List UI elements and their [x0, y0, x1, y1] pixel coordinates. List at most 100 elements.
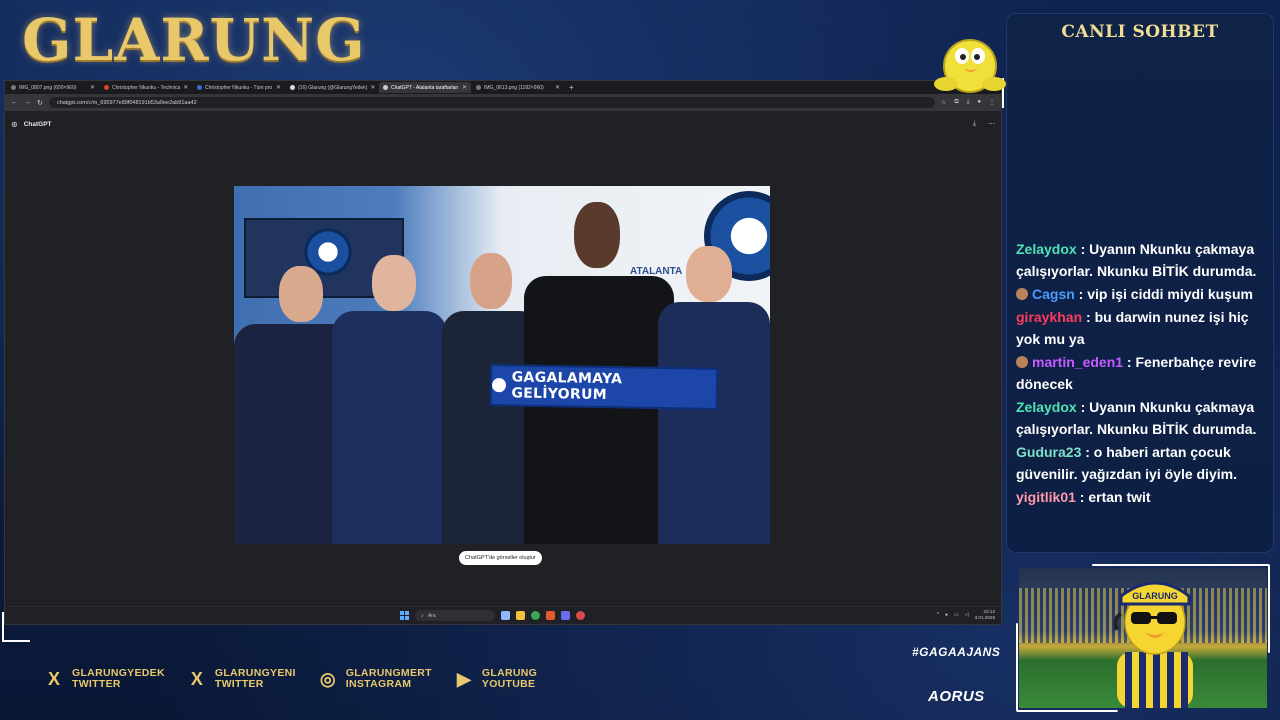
profile-icon[interactable]: ●: [977, 99, 981, 106]
tab-bar: IMG_0807.png (600×960) ✕ Christopher Nkun…: [5, 81, 1001, 94]
mic-icon[interactable]: ●: [945, 612, 948, 618]
favicon-icon: [383, 85, 388, 90]
chat-username[interactable]: martin_eden1: [1032, 354, 1123, 370]
instagram-icon: ◎: [319, 668, 336, 689]
social-twitter-glarungyeni[interactable]: X GLARUNGYENI TWITTER: [187, 668, 296, 690]
person-2: [332, 249, 448, 544]
chat-username[interactable]: Gudura23: [1016, 444, 1081, 460]
chatgpt-logo-icon: ⊛: [11, 119, 18, 129]
tab-chatgpt[interactable]: ChatGPT - Atalanta taraftarları ✕: [379, 82, 471, 93]
generated-image[interactable]: ATALANTA GAGALAMAYA GELİYORUM: [234, 186, 770, 544]
cap-text: GLARUNG: [1132, 591, 1178, 601]
chat-message: Cagsn : vip işi ciddi miydi kuşum: [1016, 283, 1270, 305]
chat-username[interactable]: yigitlik01: [1016, 489, 1076, 505]
x-icon: X: [190, 668, 203, 689]
favicon-icon: [11, 85, 16, 90]
tab-glarung-x[interactable]: (16) Glarung (@GlarungYedek) ✕: [286, 82, 378, 93]
brave-icon[interactable]: [546, 611, 555, 620]
social-youtube-glarung[interactable]: ▶ GLARUNG YOUTUBE: [454, 668, 537, 690]
chat-message: giraykhan : bu darwin nunez işi hiç yok …: [1016, 306, 1270, 350]
close-icon[interactable]: ✕: [276, 84, 281, 91]
chevron-up-icon[interactable]: ^: [937, 612, 939, 618]
close-icon[interactable]: ✕: [370, 84, 375, 91]
scarf-banner: GAGALAMAYA GELİYORUM: [489, 364, 719, 410]
canary-mascot-icon: [934, 39, 1006, 93]
task-view-icon[interactable]: [501, 611, 510, 620]
windows-taskbar: ⌕ Ara ^ ● ▭ ◁ 23:12 3.01.2026: [5, 606, 1001, 624]
download-icon[interactable]: ⤓: [967, 99, 970, 106]
star-icon[interactable]: ☆: [941, 99, 946, 106]
clock-date: 3.01.2026: [974, 615, 995, 620]
back-icon[interactable]: ←: [11, 99, 18, 106]
webcam-feed: GLARUNG: [1019, 568, 1267, 708]
chat-username[interactable]: Zelaydox: [1016, 241, 1077, 257]
tab-img-0807[interactable]: IMG_0807.png (600×960) ✕: [7, 82, 99, 93]
fenerbahce-canary-avatar: GLARUNG: [1113, 581, 1193, 708]
forward-icon[interactable]: →: [24, 99, 31, 106]
sponsor-logo: AORUS: [928, 688, 985, 705]
tab-label: IMG_0807.png (600×960): [19, 84, 77, 91]
favicon-icon: [104, 85, 109, 90]
chat-username[interactable]: Zelaydox: [1016, 399, 1077, 415]
chat-username[interactable]: Cagsn: [1032, 286, 1075, 302]
network-icon[interactable]: ▭: [954, 612, 959, 618]
discord-icon[interactable]: [561, 611, 570, 620]
windows-start-icon[interactable]: [400, 611, 409, 620]
tab-label: (16) Glarung (@GlarungYedek): [298, 84, 368, 91]
more-options-icon[interactable]: ⋯: [988, 120, 995, 128]
social-links: X GLARUNGYEDEK TWITTER X GLARUNGYENI TWITT…: [44, 668, 537, 690]
extensions-icon[interactable]: ⧉: [954, 99, 958, 106]
new-tab-button[interactable]: +: [569, 83, 574, 92]
tab-img-0613[interactable]: IMG_0613.png (1182×960) ✕: [472, 82, 564, 93]
chat-message: Zelaydox : Uyanın Nkunku çakmaya çalışıy…: [1016, 238, 1270, 282]
address-bar: ← → ↻ chatgpt.com/c/m_695977e89f048191b5…: [5, 94, 1001, 111]
chat-message: martin_eden1 : Fenerbahçe revire dönecek: [1016, 351, 1270, 395]
chat-title: CANLI SOHBET: [1061, 22, 1219, 42]
frame-corner: [2, 612, 30, 642]
social-twitter-glarungyedek[interactable]: X GLARUNGYEDEK TWITTER: [44, 668, 165, 690]
tab-nkunku-1[interactable]: Christopher Nkunku - Technica ✕: [100, 82, 192, 93]
tab-label: Christopher Nkunku - Tüm pro: [205, 84, 273, 91]
brand-logo: GLARUNG: [22, 6, 366, 74]
menu-icon[interactable]: ⋮: [989, 99, 995, 106]
app-title: ChatGPT: [23, 120, 52, 128]
chat-message: Gudura23 : o haberi artan çocuk güvenili…: [1016, 441, 1270, 485]
search-placeholder: Ara: [427, 612, 436, 619]
scarf-text: GAGALAMAYA GELİYORUM: [511, 369, 623, 404]
close-icon[interactable]: ✕: [462, 84, 467, 91]
search-icon: ⌕: [421, 612, 424, 619]
close-icon[interactable]: ✕: [555, 84, 560, 91]
taskbar-search[interactable]: ⌕ Ara: [415, 610, 495, 621]
chat-message: Zelaydox : Uyanın Nkunku çakmaya çalışıy…: [1016, 396, 1270, 440]
social-instagram-glarungmert[interactable]: ◎ GLARUNGMERT INSTAGRAM: [318, 668, 432, 690]
chat-username[interactable]: giraykhan: [1016, 309, 1082, 325]
url-input[interactable]: chatgpt.com/c/m_695977e89f048191b53a0ee2…: [48, 97, 936, 108]
chat-messages: Zelaydox : Uyanın Nkunku çakmaya çalışıy…: [1016, 238, 1270, 509]
clock[interactable]: 23:12 3.01.2026: [975, 609, 995, 621]
generate-images-tooltip[interactable]: ChatGPT'de görseller oluştur: [459, 551, 542, 565]
download-image-icon[interactable]: ⤓: [973, 120, 976, 128]
system-tray: ^ ● ▭ ◁ 23:12 3.01.2026: [937, 609, 995, 621]
chat-text: : ertan twit: [1075, 489, 1151, 505]
obs-icon[interactable]: [576, 611, 585, 620]
youtube-icon: ▶: [456, 668, 471, 689]
tab-label: IMG_0613.png (1182×960): [484, 84, 544, 91]
chrome-icon[interactable]: [531, 611, 540, 620]
close-icon[interactable]: ✕: [183, 84, 188, 91]
hashtag: #GAGAAJANS: [912, 645, 1001, 659]
tab-nkunku-2[interactable]: Christopher Nkunku - Tüm pro ✕: [193, 82, 285, 93]
close-icon[interactable]: ✕: [90, 84, 95, 91]
file-explorer-icon[interactable]: [516, 611, 525, 620]
browser-toolbar: ☆ ⧉ ⤓ ● ⋮: [941, 99, 995, 106]
tab-label: Christopher Nkunku - Technica: [112, 84, 181, 91]
chat-message: yigitlik01 : ertan twit: [1016, 486, 1270, 508]
chatgpt-header: ⊛ ChatGPT ⤓ ⋯: [5, 111, 1001, 137]
browser-window: IMG_0807.png (600×960) ✕ Christopher Nkun…: [4, 80, 1002, 625]
volume-icon[interactable]: ◁: [965, 612, 969, 618]
reload-icon[interactable]: ↻: [37, 99, 43, 107]
user-avatar-icon: [1016, 356, 1028, 368]
social-platform: INSTAGRAM: [345, 678, 412, 690]
favicon-icon: [197, 85, 202, 90]
favicon-icon: [290, 85, 295, 90]
taskbar-apps: ⌕ Ara: [400, 610, 585, 621]
